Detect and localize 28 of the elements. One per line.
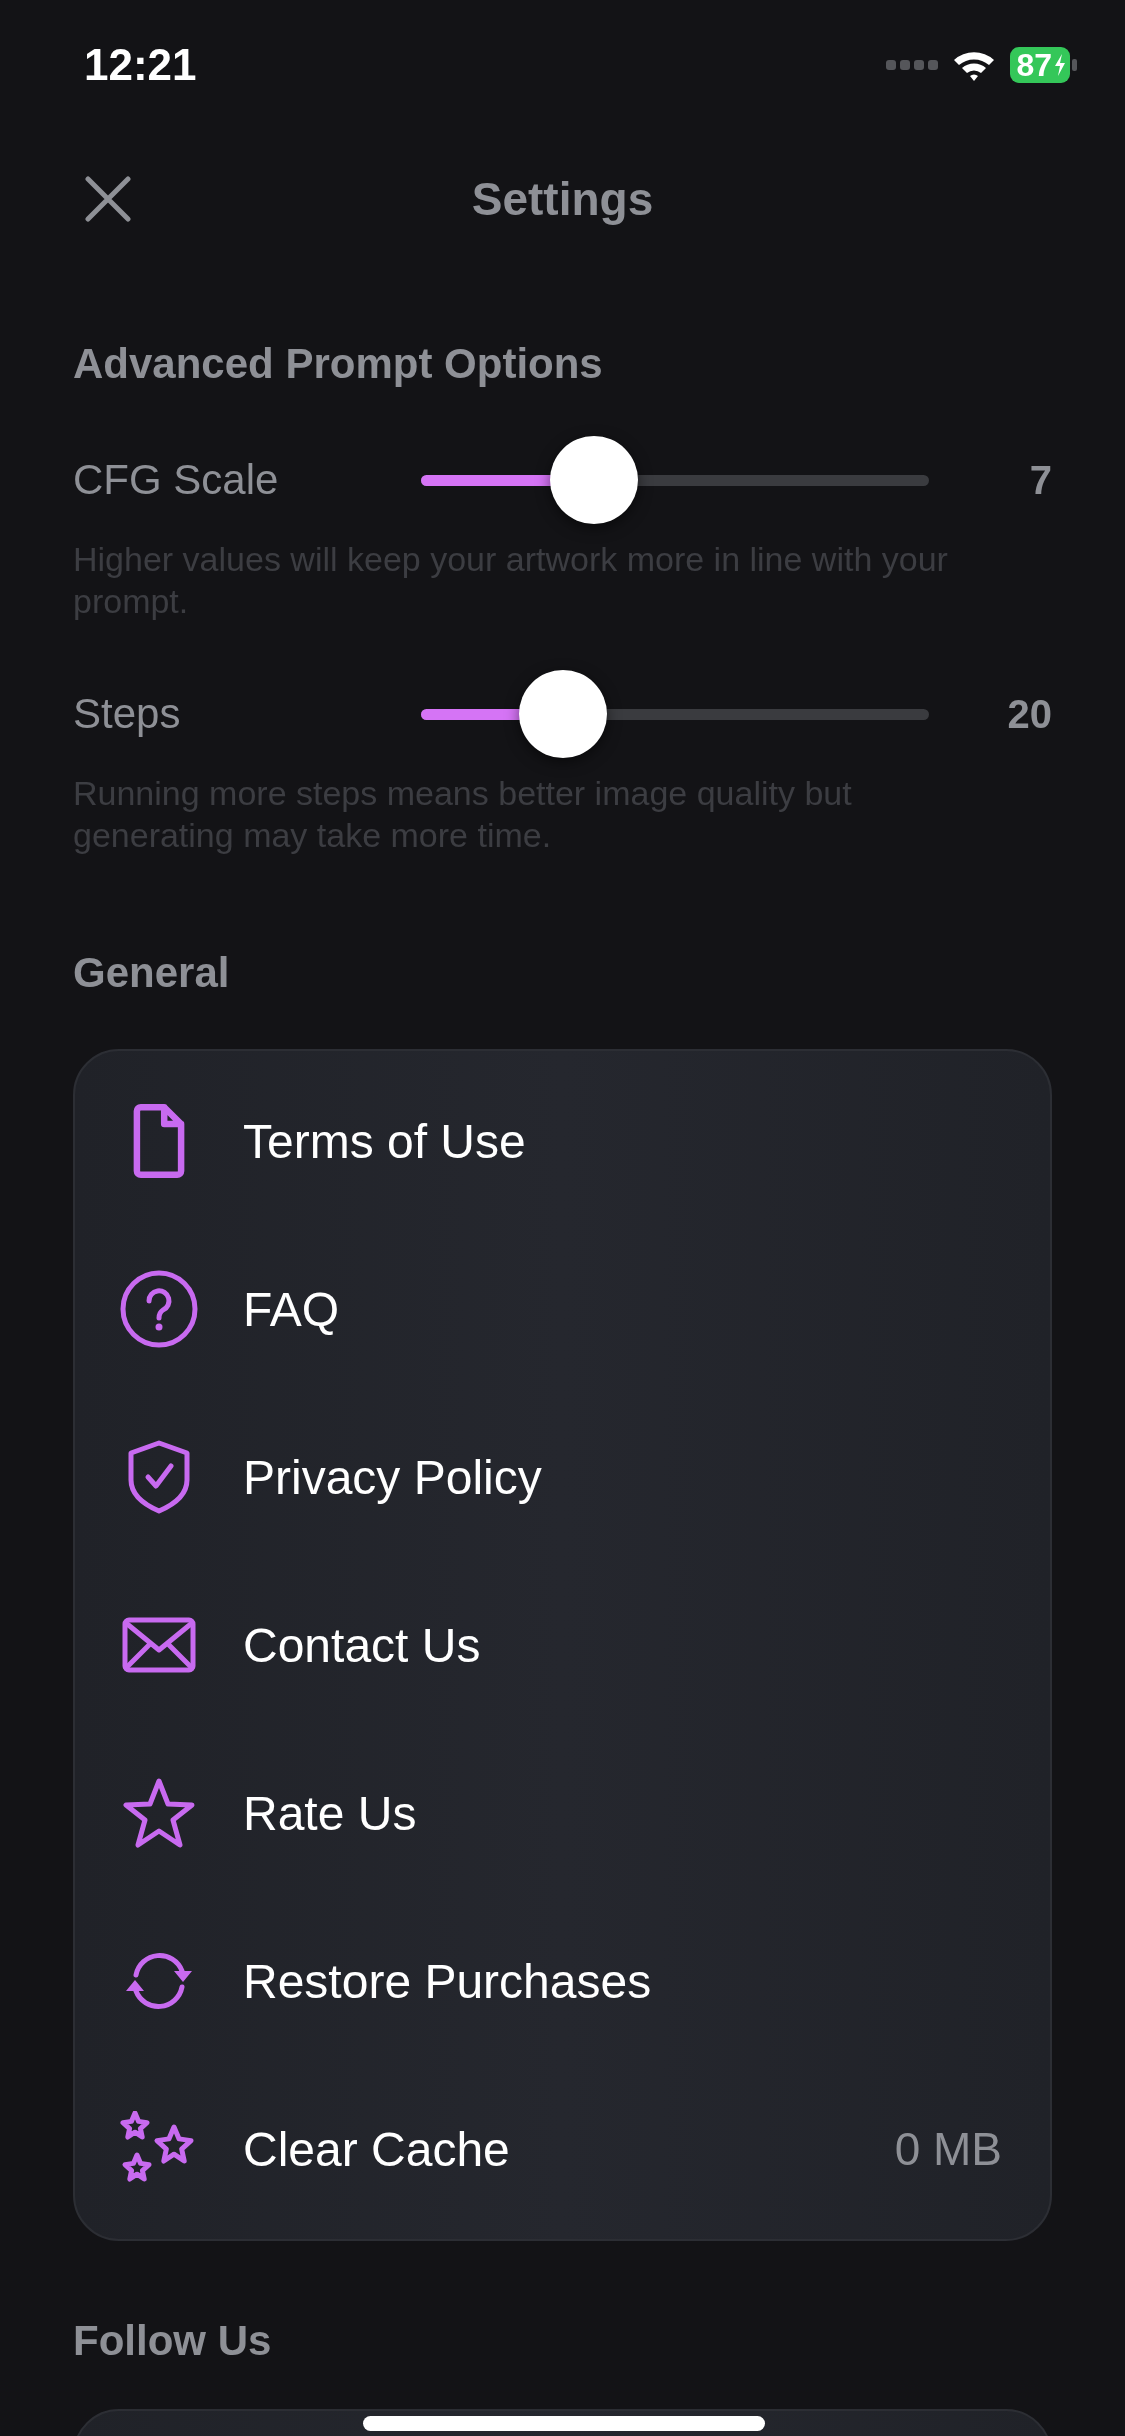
settings-item[interactable]: Terms of Use bbox=[75, 1057, 1050, 1225]
battery-cap-icon bbox=[1072, 59, 1077, 71]
slider-value: 20 bbox=[1007, 691, 1052, 737]
slider[interactable] bbox=[421, 669, 929, 759]
section-heading: General bbox=[72, 949, 231, 997]
section-heading: Advanced Prompt Options bbox=[72, 340, 604, 388]
slider-label: Steps bbox=[73, 690, 182, 738]
slider-label: CFG Scale bbox=[73, 456, 280, 504]
slider-value: 7 bbox=[1029, 457, 1052, 503]
envelope-icon bbox=[122, 1617, 196, 1673]
settings-item[interactable]: FAQ bbox=[75, 1225, 1050, 1393]
settings-item[interactable]: Privacy Policy bbox=[75, 1393, 1050, 1561]
shield-check-icon bbox=[127, 1440, 191, 1514]
battery-indicator: 87 bbox=[1010, 47, 1070, 83]
signal-icon bbox=[886, 59, 939, 71]
slider[interactable] bbox=[421, 435, 929, 525]
document-icon bbox=[133, 1103, 185, 1179]
settings-item[interactable]: Clear Cache 0 MB bbox=[75, 2065, 1050, 2233]
status-time: 12:21 bbox=[84, 40, 197, 90]
close-icon[interactable] bbox=[85, 176, 131, 222]
cache-size: 0 MB bbox=[894, 2122, 1002, 2176]
settings-item[interactable]: Contact Us bbox=[75, 1561, 1050, 1729]
settings-item[interactable]: Restore Purchases bbox=[75, 1897, 1050, 2065]
page-title: Settings bbox=[471, 172, 654, 226]
section-heading: Follow Us bbox=[72, 2317, 273, 2365]
star-icon bbox=[122, 1777, 196, 1849]
help-icon bbox=[119, 1269, 199, 1349]
settings-item[interactable]: Rate Us bbox=[75, 1729, 1050, 1897]
